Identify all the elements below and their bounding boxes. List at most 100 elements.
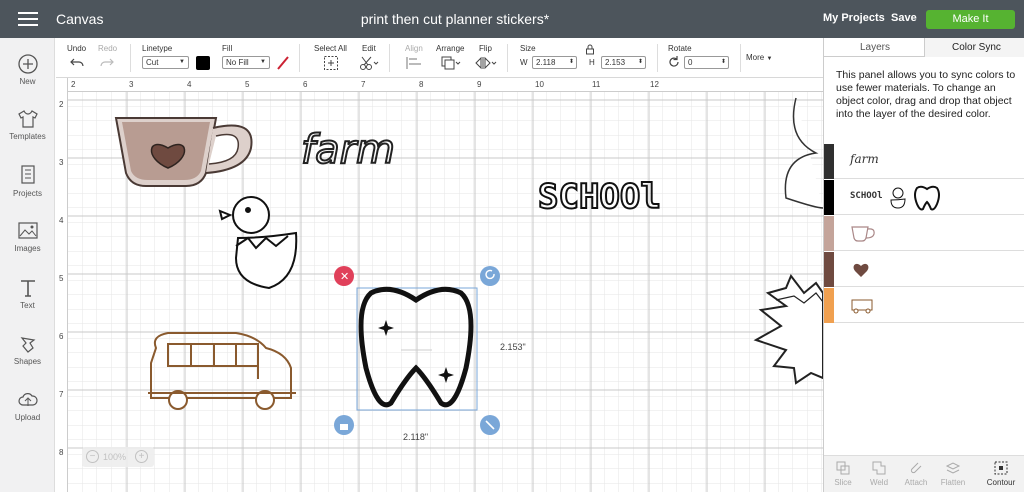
document-title: print then cut planner stickers*	[360, 11, 550, 27]
arrange-label: Arrange	[436, 44, 465, 53]
ruler-mark: 4	[59, 216, 64, 225]
color-swatch	[824, 252, 834, 287]
undo-label: Undo	[67, 44, 87, 53]
lock-icon[interactable]	[585, 44, 595, 55]
ruler-mark: 4	[187, 80, 192, 89]
bus-image[interactable]	[148, 332, 296, 410]
attach-button[interactable]: Attach	[898, 460, 934, 487]
rotate-input[interactable]: 0 ⬍	[684, 56, 729, 69]
stepper-icon[interactable]: ⬍	[569, 57, 574, 68]
fill-select[interactable]: No Fill ▼	[222, 56, 270, 69]
ruler-left: 2 3 4 5 6 7 8	[56, 78, 68, 492]
heart-thumbnail[interactable]	[850, 261, 872, 279]
top-bar: Canvas print then cut planner stickers* …	[0, 0, 1024, 38]
chick-image[interactable]	[218, 196, 298, 290]
zoom-in-button[interactable]: +	[135, 450, 148, 463]
height-dimension: 2.153"	[500, 342, 526, 352]
tab-color-sync[interactable]: Color Sync	[952, 42, 1001, 53]
panel-footer: Slice Weld Attach Flatten Contour	[824, 455, 1024, 492]
tooth-thumbnail[interactable]	[914, 184, 940, 212]
color-sync-row[interactable]: farm	[824, 144, 1024, 179]
ruler-mark: 3	[59, 158, 64, 167]
mug-thumbnail[interactable]	[850, 225, 876, 243]
flip-icon[interactable]	[474, 55, 498, 71]
width-label: W	[520, 58, 528, 67]
color-swatch	[824, 216, 834, 251]
toolbar-divider	[657, 44, 658, 72]
undo-icon[interactable]	[69, 55, 85, 69]
mug-image[interactable]	[114, 117, 253, 187]
toolbar-divider	[740, 44, 741, 72]
fill-label: Fill	[222, 44, 233, 53]
weld-label: Weld	[869, 478, 889, 487]
edit-scissors-icon[interactable]	[359, 55, 379, 71]
rail-projects[interactable]: Projects	[0, 164, 55, 198]
height-input[interactable]: 2.153 ⬍	[601, 56, 646, 69]
ruler-mark: 2	[71, 80, 76, 89]
rotate-icon	[669, 56, 679, 67]
slice-button[interactable]: Slice	[825, 460, 861, 487]
more-menu[interactable]: More ▼	[746, 53, 772, 62]
no-fill-swatch-icon[interactable]	[276, 55, 290, 71]
design-canvas[interactable]: 2 3 4 5 6 7 8 9 10 11 12 2 3 4 5 6 7 8 f…	[56, 78, 823, 492]
rail-templates[interactable]: Templates	[0, 109, 55, 141]
school-text[interactable]: SCHOOl	[537, 176, 662, 218]
rotate-handle[interactable]	[480, 266, 500, 286]
size-label: Size	[520, 44, 536, 53]
toolbar-divider	[507, 44, 508, 72]
bus-thumbnail[interactable]	[850, 298, 876, 314]
color-sync-row[interactable]: SCHOOl	[824, 180, 1024, 215]
upload-icon	[17, 393, 38, 406]
weld-button[interactable]: Weld	[861, 460, 897, 487]
ruler-mark: 2	[59, 100, 64, 109]
flatten-button[interactable]: Flatten	[935, 460, 971, 487]
zoom-out-button[interactable]: −	[86, 450, 99, 463]
ruler-mark: 6	[303, 80, 308, 89]
linetype-label: Linetype	[142, 44, 173, 53]
hamburger-menu-icon[interactable]	[18, 12, 38, 26]
tshirt-icon	[17, 110, 38, 128]
fill-value: No Fill	[226, 58, 249, 67]
rail-images[interactable]: Images	[0, 221, 55, 253]
color-sync-row[interactable]	[824, 216, 1024, 251]
farm-text[interactable]: farm	[300, 126, 396, 174]
zoom-control: − 100% +	[82, 447, 154, 467]
rail-shapes[interactable]: Shapes	[0, 334, 55, 366]
rail-text-label: Text	[20, 301, 35, 310]
stepper-icon[interactable]: ⬍	[638, 57, 643, 68]
slice-icon	[836, 461, 850, 475]
height-label: H	[589, 58, 595, 67]
starburst-shape[interactable]	[753, 274, 823, 385]
rail-new[interactable]: New	[0, 54, 55, 86]
school-thumbnail[interactable]: SCHOOl	[850, 191, 883, 201]
linetype-color-swatch[interactable]	[196, 56, 210, 70]
chick-thumbnail[interactable]	[888, 186, 908, 210]
rail-text[interactable]: Text	[0, 278, 55, 310]
contour-button[interactable]: Contour	[983, 460, 1019, 487]
ruler-mark: 12	[650, 80, 659, 89]
stepper-icon[interactable]: ⬍	[721, 57, 726, 68]
linetype-select[interactable]: Cut ▼	[142, 56, 189, 69]
color-swatch	[824, 144, 834, 179]
farm-thumbnail[interactable]: farm	[850, 152, 879, 166]
my-projects-link[interactable]: My Projects	[823, 12, 885, 24]
ruler-mark: 8	[59, 448, 64, 457]
arrange-icon[interactable]	[440, 55, 462, 71]
flatten-icon	[945, 462, 961, 474]
plus-circle-icon	[17, 54, 38, 74]
rail-upload[interactable]: Upload	[0, 390, 55, 422]
color-sync-row[interactable]	[824, 252, 1024, 287]
cloud-shape[interactable]	[784, 97, 823, 209]
width-input[interactable]: 2.118 ⬍	[532, 56, 577, 69]
left-rail: New Templates Projects Images Text Shape…	[0, 38, 55, 492]
app-title: Canvas	[56, 11, 104, 27]
save-button[interactable]: Save	[891, 12, 917, 24]
tab-layers[interactable]: Layers	[860, 42, 890, 53]
color-sync-row[interactable]	[824, 288, 1024, 323]
align-label: Align	[405, 44, 423, 53]
select-all-icon[interactable]	[323, 55, 339, 71]
edit-label: Edit	[362, 44, 376, 53]
tooth-image[interactable]	[356, 286, 478, 411]
make-it-button[interactable]: Make It	[926, 10, 1015, 29]
chevron-down-icon: ▼	[179, 59, 185, 65]
